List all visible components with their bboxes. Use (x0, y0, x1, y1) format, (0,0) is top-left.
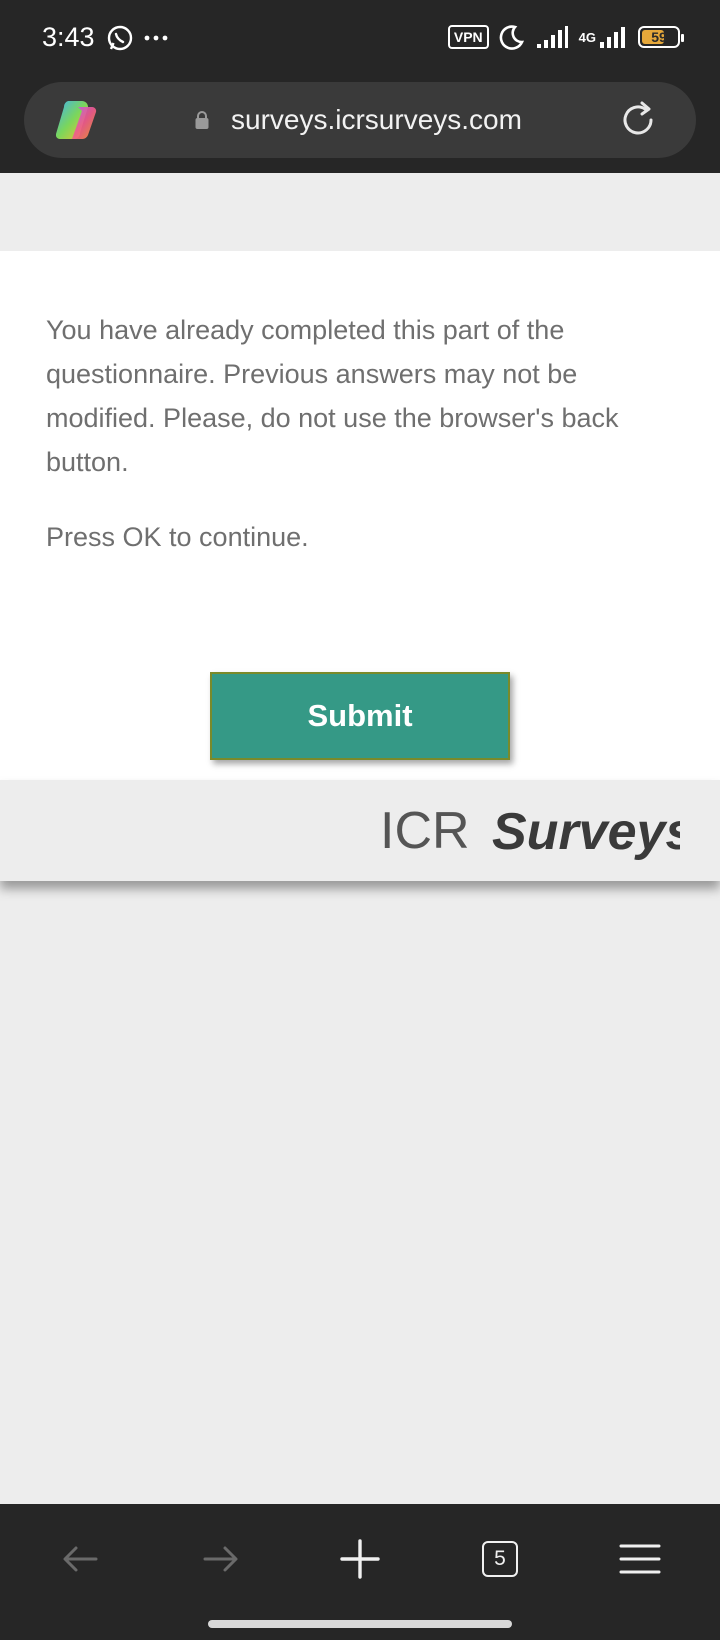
status-time: 3:43 (42, 22, 95, 52)
signal-icon-4g (600, 27, 625, 48)
signal-icon (536, 26, 568, 48)
browser-toolbar: surveys.icrsurveys.com (0, 78, 720, 173)
forward-icon[interactable] (195, 1534, 245, 1584)
lock-icon (195, 111, 209, 129)
back-icon[interactable] (56, 1534, 106, 1584)
tabs-icon: 5 (482, 1541, 518, 1577)
completion-message: You have already completed this part of … (46, 315, 619, 477)
logo-text-left: ICR (380, 802, 470, 860)
copilot-icon[interactable] (56, 99, 100, 141)
tabs-button[interactable]: 5 (475, 1534, 525, 1584)
home-indicator[interactable] (208, 1620, 512, 1628)
address-bar[interactable]: surveys.icrsurveys.com (24, 82, 696, 158)
submit-button[interactable]: Submit (210, 672, 510, 760)
status-bar: 3:43 VPN 4G 59 (0, 0, 720, 78)
continue-instruction: Press OK to continue. (46, 522, 309, 552)
battery-level: 59 (651, 29, 667, 45)
battery-nub (681, 34, 684, 42)
page-header-strip (0, 173, 720, 251)
tab-count: 5 (494, 1547, 506, 1570)
logo-text-right: Surveys (492, 803, 680, 860)
icr-surveys-logo: ICR Surveys (380, 802, 680, 860)
reload-icon[interactable] (618, 100, 658, 140)
new-tab-icon[interactable] (335, 1534, 385, 1584)
status-left-icons (106, 24, 168, 52)
whatsapp-icon (107, 25, 133, 51)
url-text[interactable]: surveys.icrsurveys.com (231, 104, 522, 136)
battery-icon: 59 (638, 26, 684, 48)
vpn-badge: VPN (447, 25, 489, 49)
moon-icon (499, 25, 524, 50)
more-icon (144, 35, 168, 41)
menu-icon[interactable] (615, 1534, 665, 1584)
status-right-icons: VPN 4G 59 (447, 24, 684, 50)
network-type: 4G (578, 29, 596, 45)
